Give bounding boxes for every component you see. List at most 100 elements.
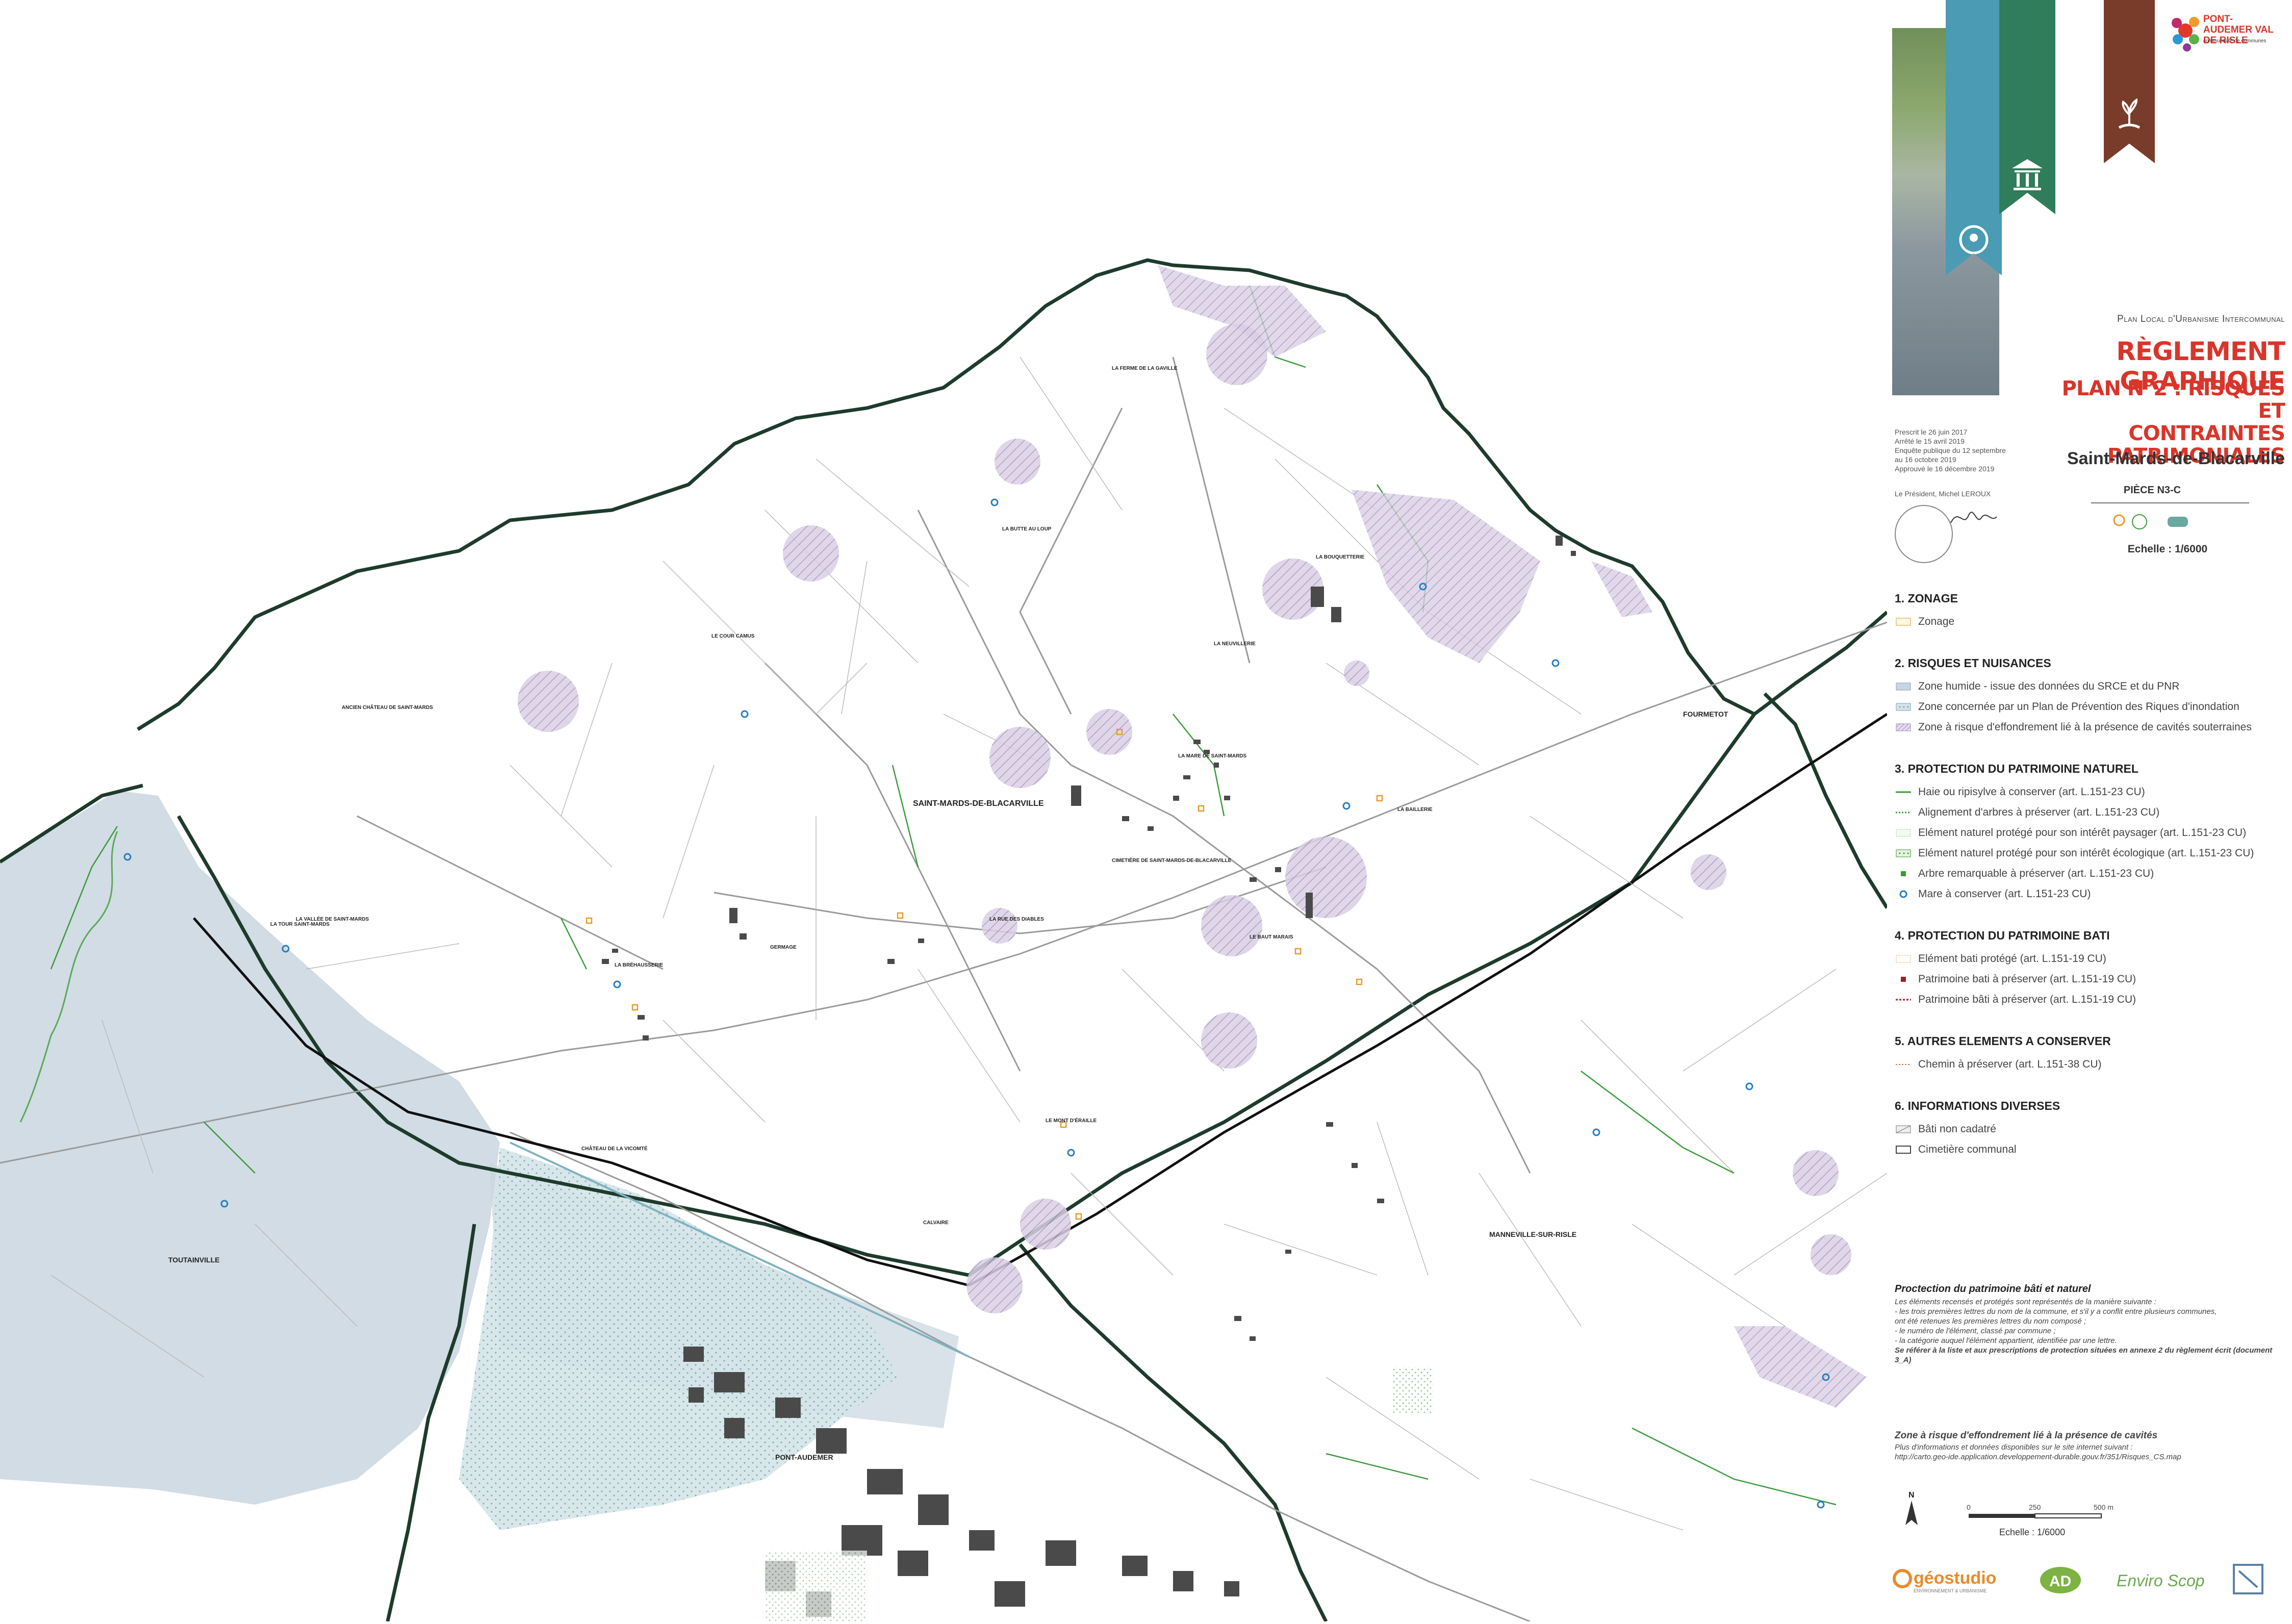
scale-block: N 0 250 500 m Echelle : 1/6000: [1887, 1489, 2292, 1545]
cavity-note-link[interactable]: http://carto.geo-ide.application.develop…: [1895, 1452, 2287, 1462]
legend-item: Elément naturel protégé pour son intérêt…: [1895, 843, 2287, 864]
flood-zone-icon: [1895, 702, 1912, 712]
date-line: au 16 octobre 2019: [1895, 455, 1956, 464]
head-icon: [1959, 225, 1989, 255]
legend-item: Chemin à préserver (art. L.151-38 CU): [1895, 1054, 2287, 1075]
legend-item: Patrimoine bâti à préserver (art. L.151-…: [1895, 989, 2287, 1010]
date-line: Approuvé le 16 décembre 2019: [1895, 465, 1995, 473]
legend-item: Patrimoine bati à préserver (art. L.151-…: [1895, 969, 2287, 989]
legend-label: Zonage: [1918, 616, 1955, 627]
legend-label: Elément naturel protégé pour son intérêt…: [1918, 827, 2247, 839]
label-fourmetot: FOURMETOT: [1683, 710, 1728, 718]
legend-label: Haie ou ripisylve à conserver (art. L.15…: [1918, 786, 2145, 798]
title-block: PONT-AUDEMER VAL DE RISLE communauté de …: [1887, 0, 2292, 571]
footer-svg: géostudio ENVIRONNEMENT & URBANISME AD E…: [1893, 1564, 2263, 1594]
note-reference: Se référer à la liste et aux prescriptio…: [1895, 1346, 2273, 1364]
legend-section-title: 1. ZONAGE: [1895, 592, 1958, 605]
legend-item: Arbre remarquable à préserver (art. L.15…: [1895, 864, 2287, 884]
legend-section-title: 4. PROTECTION DU PATRIMOINE BATI: [1895, 929, 2110, 942]
label-la-brosse: LA BRÉHAUSSERIE: [615, 961, 664, 968]
note-line: - les trois premières lettres du nom de …: [1895, 1307, 2217, 1316]
north-arrow-icon: [1905, 1501, 1918, 1525]
signature-image: [1950, 512, 1997, 523]
label-la-rue: LA RUE DES DIABLES: [989, 917, 1044, 922]
pond-icon: [1895, 889, 1912, 899]
community-logo: PONT-AUDEMER VAL DE RISLE communauté de …: [2162, 8, 2280, 84]
heritage-note-title: Proctection du patrimoine bâti et nature…: [1895, 1283, 2091, 1295]
remarkable-tree-icon: [1895, 869, 1912, 879]
enviroscop-name: Enviro Scop: [2117, 1571, 2205, 1590]
label-la-tour: LA TOUR SAINT-MARDS: [270, 922, 329, 927]
building-icon: [2012, 159, 2043, 190]
enviroscop-mini-icon: [2132, 514, 2147, 529]
label-chateau-vicomte: CHÂTEAU DE LA VICOMTÉ: [581, 1145, 648, 1152]
hedge-icon: [1895, 787, 1912, 797]
label-la-baillerie: LA BAILLERIE: [1397, 807, 1433, 813]
legend-label: Elément bati protégé (art. L.151-19 CU): [1918, 953, 2106, 965]
label-le-cour: LE COUR CAMUS: [711, 633, 755, 639]
path-icon: [1895, 1059, 1912, 1070]
ribbon-green: [1999, 0, 2055, 214]
label-calvaire: CALVAIRE: [923, 1220, 949, 1226]
green-dotted-area-2: [1392, 1367, 1433, 1413]
procedure-dates: Prescrit le 26 juin 2017 Arrêté le 15 av…: [1895, 427, 2022, 473]
north-letter: N: [1908, 1491, 1915, 1500]
legend-item: Bâti non cadatré: [1895, 1119, 2287, 1139]
label-cimetiere: CIMETIÈRE DE SAINT-MARDS-DE-BLACARVILLE: [1112, 857, 1232, 864]
legend-label: Elément naturel protégé pour son intérêt…: [1918, 847, 2254, 859]
footer-logos: géostudio ENVIRONNEMENT & URBANISME AD E…: [1887, 1556, 2292, 1612]
cavity-note-line: Plus d'informations et données disponibl…: [1895, 1443, 2133, 1452]
piece-number: PIÈCE N3-C: [2123, 485, 2181, 496]
bureau-logos: [2113, 514, 2188, 529]
ecological-element-icon: [1895, 848, 1912, 858]
label-la-bouquetterie: LA BOUQUETTERIE: [1316, 554, 1365, 560]
legend-label: Mare à conserver (art. L.151-23 CU): [1918, 888, 2091, 900]
heritage-line-icon: [1895, 995, 1912, 1005]
cavity-note: Zone à risque d'effondrement lié à la pr…: [1895, 1431, 2287, 1462]
legend-item: Zone à risque d'effondrement lié à la pr…: [1895, 717, 2287, 738]
legend-label: Bâti non cadatré: [1918, 1123, 1996, 1135]
zonage-icon: [1895, 617, 1912, 627]
commune-boundary: [137, 258, 1755, 731]
note-line: - la catégorie auquel l'élément appartie…: [1895, 1336, 2117, 1345]
scale-segment: [2034, 1513, 2102, 1518]
note-line: - le numéro de l'élément, classé par com…: [1895, 1327, 2056, 1335]
geostudio-name: géostudio: [1914, 1568, 1996, 1588]
label-le-baut: LE BAUT MARAIS: [1250, 934, 1293, 940]
date-line: Arrêté le 15 avril 2019: [1895, 437, 1965, 445]
date-line: Prescrit le 26 juin 2017: [1895, 428, 1968, 436]
ad-name: AD: [2049, 1573, 2071, 1590]
plant-hand-icon: [2118, 98, 2141, 129]
rail-east: [968, 713, 1888, 1287]
legend-item: Zone concernée par un Plan de Prévention…: [1895, 697, 2287, 717]
legend-label: Cimetière communal: [1918, 1144, 2017, 1155]
plan-title-line1: PLAN N°2 : RISQUES ET: [2061, 377, 2285, 423]
legend-item: Mare à conserver (art. L.151-23 CU): [1895, 884, 2287, 904]
label-la-ferme: LA FERME DE LA GAVILLE: [1112, 366, 1178, 371]
org-sub: communauté de communes: [2203, 38, 2266, 44]
legend-label: Arbre remarquable à préserver (art. L.15…: [1918, 868, 2154, 879]
note-line: ont été retenues les premières lettres d…: [1895, 1317, 2086, 1326]
label-mont-eraille: LE MONT D'ÉRAILLE: [1046, 1117, 1097, 1124]
tree-alignment-icon: [1895, 807, 1912, 818]
cemetery-icon: [1895, 1145, 1912, 1155]
geostudio-sub: ENVIRONNEMENT & URBANISME: [1914, 1588, 1987, 1593]
legend-label: Patrimoine bâti à préserver (art. L.151-…: [1918, 994, 2136, 1005]
scale-segment: [1969, 1514, 2035, 1518]
legend-label: Patrimoine bati à préserver (art. L.151-…: [1918, 973, 2136, 985]
plu-title: Plan Local d'Urbanisme Intercommunal: [2117, 314, 2285, 324]
map-area[interactable]: SAINT-MARDS-DE-BLACARVILLE PONT-AUDEMER …: [0, 0, 1889, 1622]
legend-label: Chemin à préserver (art. L.151-38 CU): [1918, 1058, 2102, 1070]
divider: [2091, 502, 2249, 503]
legend-section-title: 3. PROTECTION DU PATRIMOINE NATUREL: [1895, 762, 2138, 775]
cloud-icon: [2168, 517, 2188, 527]
legend-section-title: 6. INFORMATIONS DIVERSES: [1895, 1099, 2060, 1112]
label-la-mare: LA MARE DE SAINT-MARDS: [1178, 753, 1246, 759]
geostudio-logo-icon: [1893, 1569, 1912, 1588]
scale-label-top: Echelle : 1/6000: [2127, 543, 2208, 555]
legend-section-title: 2. RISQUES ET NUISANCES: [1895, 656, 2051, 670]
cavity-icon: [1895, 722, 1912, 732]
pin-icon: [2113, 514, 2125, 526]
heritage-point-icon: [1895, 974, 1912, 984]
legend-item: Alignement d'arbres à préserver (art. L.…: [1895, 802, 2287, 823]
